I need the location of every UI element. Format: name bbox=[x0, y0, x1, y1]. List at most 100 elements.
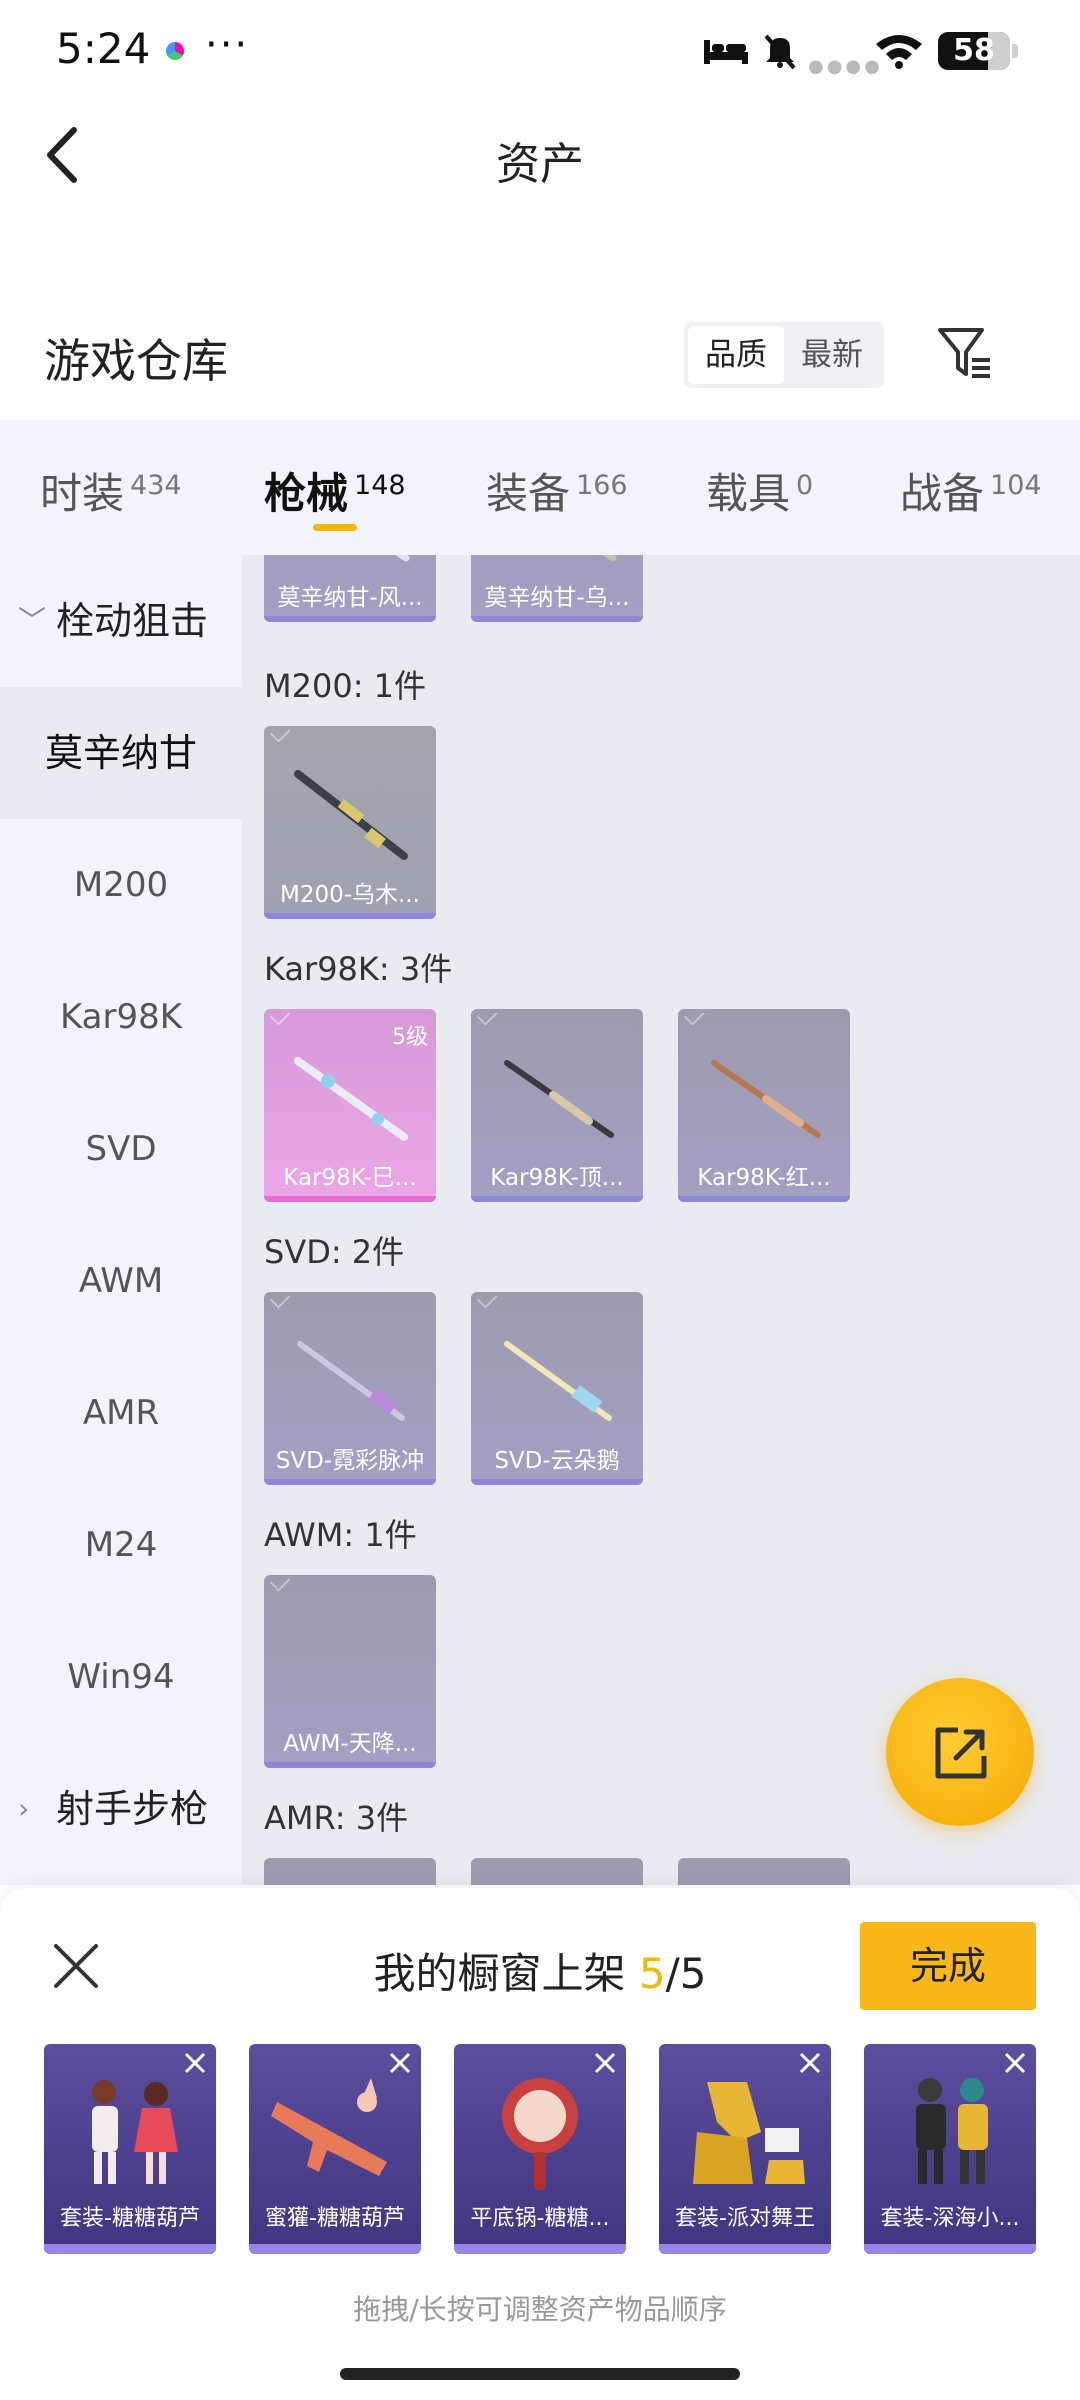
sidebar-item-m200[interactable]: M200 bbox=[0, 819, 242, 951]
sidebar-item-mosin[interactable]: 莫辛纳甘 bbox=[0, 687, 242, 819]
showcase-sheet: 我的橱窗上架 5/5 完成 套装-糖糖葫芦 蜜獾-糖糖葫芦 平底锅-糖糖... … bbox=[0, 1888, 1080, 2400]
showcase-item[interactable]: 套装-派对舞王 bbox=[659, 2044, 831, 2254]
check-icon bbox=[270, 1009, 291, 1026]
item-card[interactable]: AWM-天降... bbox=[264, 1575, 436, 1768]
tab-count: 166 bbox=[576, 470, 628, 501]
group-title-amr: AMR: 3件 bbox=[264, 1799, 409, 1837]
tab-count: 434 bbox=[130, 470, 182, 501]
sidebar-item-kar98k[interactable]: Kar98K bbox=[0, 951, 242, 1083]
sniper-rifle-icon bbox=[504, 1341, 612, 1421]
check-icon bbox=[684, 1009, 705, 1026]
showcase-item-name: 套装-糖糖葫芦 bbox=[60, 2206, 200, 2231]
signal-dots: ●●●● bbox=[808, 56, 883, 77]
warehouse-title: 游戏仓库 bbox=[44, 334, 228, 388]
tab-supplies[interactable]: 战备 104 bbox=[900, 460, 1042, 521]
tab-active-indicator bbox=[313, 524, 357, 531]
showcase-item[interactable]: 套装-糖糖葫芦 bbox=[44, 2044, 216, 2254]
check-icon bbox=[477, 1009, 498, 1026]
item-card[interactable]: 莫辛纳甘-乌... bbox=[471, 555, 643, 622]
sniper-rifle-icon bbox=[711, 1060, 821, 1138]
item-card[interactable]: Kar98K-红... bbox=[678, 1009, 850, 1202]
status-time: 5:24 bbox=[56, 24, 151, 73]
tab-vehicles[interactable]: 载具 0 bbox=[706, 460, 813, 521]
status-bar: 5:24 ··· ●●●● 58 bbox=[0, 0, 1080, 100]
sniper-rifle-icon bbox=[294, 1057, 408, 1141]
sort-newest-button[interactable]: 最新 bbox=[784, 326, 880, 384]
sort-toggle: 品质 最新 bbox=[684, 322, 884, 388]
sniper-rifle-icon bbox=[297, 1341, 405, 1421]
check-icon bbox=[270, 726, 291, 743]
showcase-item[interactable]: 蜜獾-糖糖葫芦 bbox=[249, 2044, 421, 2254]
page-title: 资产 bbox=[496, 139, 584, 190]
tab-label: 装备 bbox=[486, 469, 571, 518]
sidebar-item-label: 射手步枪 bbox=[56, 1787, 209, 1831]
item-card[interactable]: Kar98K-顶... bbox=[471, 1009, 643, 1202]
gold-outfit-icon bbox=[693, 2082, 805, 2184]
sidebar-item-win94[interactable]: Win94 bbox=[0, 1611, 242, 1743]
mute-bell-icon bbox=[764, 34, 796, 70]
item-card[interactable]: 5级 Kar98K-巳... bbox=[264, 1009, 436, 1202]
item-card[interactable]: M200-乌木... bbox=[264, 726, 436, 919]
tab-equipment[interactable]: 装备 166 bbox=[486, 460, 628, 521]
weapon-type-sidebar: ﹀ 栓动狙击 莫辛纳甘 M200 Kar98K SVD AWM AMR M24 W… bbox=[0, 555, 242, 1885]
wifi-icon bbox=[876, 35, 922, 69]
showcase-current-count: 5 bbox=[638, 1949, 666, 1998]
reorder-hint: 拖拽/长按可调整资产物品顺序 bbox=[353, 2293, 727, 2326]
sidebar-item-amr[interactable]: AMR bbox=[0, 1347, 242, 1479]
category-tabs: 时装 434 枪械 148 装备 166 载具 0 战备 104 bbox=[0, 420, 1080, 555]
showcase-title-text: 我的橱窗上架 bbox=[373, 1949, 639, 1998]
chevron-right-icon: › bbox=[18, 1792, 30, 1825]
chevron-down-icon: ﹀ bbox=[18, 604, 47, 637]
outfit-icon bbox=[92, 2080, 178, 2184]
showcase-item[interactable]: 平底锅-糖糖... bbox=[454, 2044, 626, 2254]
item-name: 莫辛纳甘-风... bbox=[277, 585, 423, 611]
tab-fashion[interactable]: 时装 434 bbox=[40, 460, 182, 521]
share-button[interactable] bbox=[886, 1678, 1034, 1826]
sleep-mode-icon bbox=[704, 40, 748, 64]
battery-level: 58 bbox=[953, 33, 995, 68]
item-card[interactable] bbox=[264, 1858, 436, 1885]
showcase-item-name: 蜜獾-糖糖葫芦 bbox=[265, 2206, 405, 2231]
status-more: ··· bbox=[205, 22, 250, 68]
check-icon bbox=[270, 1292, 291, 1309]
item-card[interactable]: SVD-云朵鹅 bbox=[471, 1292, 643, 1485]
tab-guns[interactable]: 枪械 148 bbox=[264, 460, 406, 521]
check-icon bbox=[477, 1292, 498, 1309]
home-indicator[interactable] bbox=[340, 2368, 740, 2380]
item-name: Kar98K-红... bbox=[697, 1165, 831, 1191]
rifle-icon bbox=[271, 2078, 387, 2176]
item-card[interactable] bbox=[471, 1858, 643, 1885]
sidebar-group-bolt-action[interactable]: ﹀ 栓动狙击 bbox=[0, 555, 242, 687]
sort-quality-button[interactable]: 品质 bbox=[688, 326, 784, 384]
done-button[interactable]: 完成 bbox=[860, 1922, 1036, 2010]
battery-icon: 58 bbox=[938, 32, 1010, 70]
item-name: M200-乌木... bbox=[280, 882, 420, 908]
tab-count: 0 bbox=[796, 470, 814, 501]
item-card[interactable]: SVD-霓彩脉冲 bbox=[264, 1292, 436, 1485]
item-name: SVD-云朵鹅 bbox=[494, 1448, 620, 1474]
app-notification-icon bbox=[166, 42, 184, 60]
group-title-awm: AWM: 1件 bbox=[264, 1516, 417, 1554]
showcase-item[interactable]: 套装-深海小... bbox=[864, 2044, 1036, 2254]
sniper-rifle-icon bbox=[395, 555, 410, 562]
item-card[interactable] bbox=[678, 1858, 850, 1885]
battery-tip bbox=[1012, 44, 1018, 58]
sidebar-item-label: 栓动狙击 bbox=[56, 599, 209, 643]
outfit-icon bbox=[916, 2078, 988, 2184]
tab-label: 枪械 bbox=[264, 469, 349, 518]
group-title-svd: SVD: 2件 bbox=[264, 1233, 405, 1271]
filter-icon[interactable] bbox=[934, 322, 996, 384]
share-icon bbox=[935, 1727, 987, 1779]
showcase-total-count: /5 bbox=[665, 1949, 707, 1998]
item-name: Kar98K-顶... bbox=[490, 1165, 624, 1191]
sidebar-item-m24[interactable]: M24 bbox=[0, 1479, 242, 1611]
sidebar-item-svd[interactable]: SVD bbox=[0, 1083, 242, 1215]
item-card[interactable]: 莫辛纳甘-风... bbox=[264, 555, 436, 622]
item-name: 莫辛纳甘-乌... bbox=[484, 585, 630, 611]
sidebar-group-marksman[interactable]: › 射手步枪 bbox=[0, 1743, 242, 1875]
frying-pan-icon bbox=[502, 2078, 578, 2190]
check-icon bbox=[270, 1575, 291, 1592]
showcase-item-name: 套装-派对舞王 bbox=[675, 2206, 815, 2231]
sidebar-item-awm[interactable]: AWM bbox=[0, 1215, 242, 1347]
tab-label: 时装 bbox=[40, 469, 125, 518]
